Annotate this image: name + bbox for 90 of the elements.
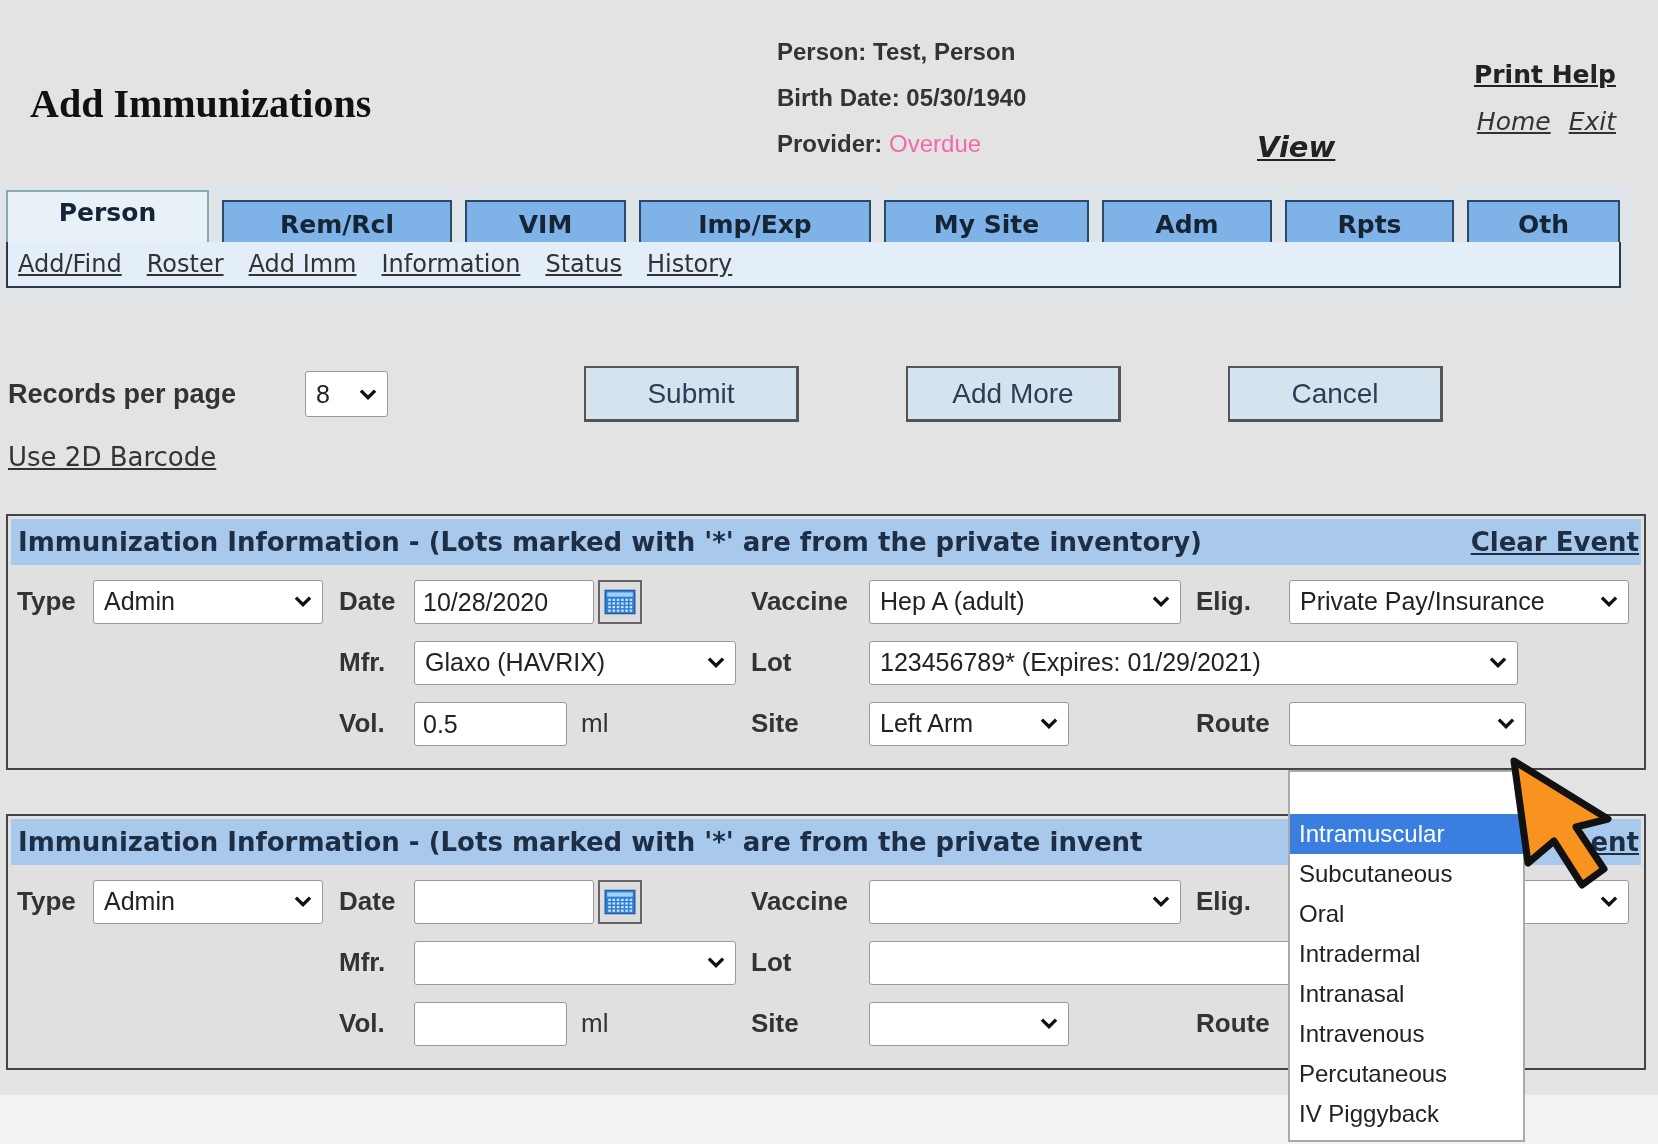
select-field[interactable]: Glaxo (HAVRIX): [414, 640, 736, 685]
view-link[interactable]: View: [1257, 130, 1336, 164]
field-label: Elig.: [1196, 586, 1252, 617]
birth-date: Birth Date: 05/30/1940: [777, 84, 1028, 111]
caret-icon: [1040, 1017, 1058, 1030]
select-field[interactable]: Admin: [93, 579, 323, 624]
subnav-link[interactable]: Status: [545, 250, 622, 278]
select-field[interactable]: Admin: [93, 879, 323, 924]
nav-tab[interactable]: Rpts: [1285, 200, 1454, 242]
barcode-link[interactable]: Use 2D Barcode: [8, 442, 217, 472]
field-label: Route: [1196, 708, 1271, 739]
action-button[interactable]: Cancel: [1228, 366, 1443, 422]
caret-icon: [1152, 895, 1170, 908]
select-field[interactable]: [869, 1001, 1069, 1046]
caret-icon: [1497, 717, 1515, 730]
caret-icon: [1489, 656, 1507, 669]
caret-icon: [1600, 595, 1618, 608]
field-label: Site: [751, 1008, 800, 1039]
print-help-link[interactable]: Print Help: [1473, 60, 1616, 89]
records-per-page-label: Records per page: [8, 378, 238, 410]
dropdown-option[interactable]: IV Piggyback: [1290, 1094, 1523, 1134]
panel-title: Immunization Information - (Lots marked with '*' are from the private inventory): [18, 527, 1202, 557]
caret-icon: [1040, 717, 1058, 730]
caret-icon: [294, 895, 312, 908]
field-label: Mfr.: [339, 647, 387, 678]
subnav-link[interactable]: Add Imm: [248, 250, 357, 278]
dropdown-option[interactable]: Oral: [1290, 894, 1523, 934]
unit-label: ml: [581, 1008, 609, 1039]
provider-status: Overdue: [889, 130, 982, 157]
nav-tab[interactable]: Adm: [1102, 200, 1272, 242]
nav-tab[interactable]: Imp/Exp: [639, 200, 871, 242]
caret-icon: [1152, 595, 1170, 608]
field-label: Vol.: [339, 1008, 386, 1039]
records-per-page-select[interactable]: 8: [305, 371, 388, 417]
dropdown-option[interactable]: Subcutaneous: [1290, 854, 1523, 894]
select-field[interactable]: Private Pay/Insurance: [1289, 579, 1629, 624]
caret-icon: [707, 956, 725, 969]
date-field[interactable]: [414, 879, 594, 924]
patient-name: Person: Test, Person: [777, 38, 1017, 65]
nav-tab[interactable]: Rem/Rcl: [222, 200, 452, 242]
page-title: Add Immunizations: [30, 80, 373, 127]
action-button[interactable]: Submit: [584, 366, 799, 422]
volume-field[interactable]: 0.5: [414, 701, 567, 746]
field-label: Vaccine: [751, 586, 849, 617]
nav-tab[interactable]: My Site: [884, 200, 1089, 242]
date-field[interactable]: 10/28/2020: [414, 579, 594, 624]
provider-label: Provider:: [777, 130, 883, 157]
caret-icon: [1600, 895, 1618, 908]
field-label: Route: [1196, 1008, 1271, 1039]
panel-title: Immunization Information - (Lots marked with '*' are from the private invent: [18, 827, 1143, 857]
calendar-button[interactable]: [598, 879, 642, 924]
select-field[interactable]: [414, 940, 736, 985]
nav-tab[interactable]: Person: [6, 190, 209, 242]
dropdown-option[interactable]: Intravenous: [1290, 1014, 1523, 1054]
dropdown-option[interactable]: Intradermal: [1290, 934, 1523, 974]
field-label: Lot: [751, 647, 793, 678]
select-field[interactable]: Hep A (adult): [869, 579, 1181, 624]
field-label: Type: [17, 586, 77, 617]
dropdown-option[interactable]: Intranasal: [1290, 974, 1523, 1014]
field-label: Type: [17, 886, 77, 917]
field-label: Date: [339, 886, 397, 917]
caret-icon: [294, 595, 312, 608]
dropdown-option[interactable]: Percutaneous: [1290, 1054, 1523, 1094]
subnav-link[interactable]: History: [646, 250, 733, 278]
select-field[interactable]: [869, 879, 1181, 924]
select-field[interactable]: 123456789* (Expires: 01/29/2021): [869, 640, 1518, 685]
field-label: Elig.: [1196, 886, 1252, 917]
subnav-link[interactable]: Add/Find: [18, 250, 122, 278]
field-label: Site: [751, 708, 800, 739]
subnav-link[interactable]: Roster: [146, 250, 224, 278]
field-label: Mfr.: [339, 947, 387, 978]
caret-icon: [707, 656, 725, 669]
field-label: Vol.: [339, 708, 386, 739]
nav-tab[interactable]: VIM: [465, 200, 626, 242]
action-button[interactable]: Add More: [906, 366, 1121, 422]
select-field[interactable]: Left Arm: [869, 701, 1069, 746]
exit-link[interactable]: Exit: [1568, 107, 1616, 136]
field-label: Lot: [751, 947, 793, 978]
nav-tab[interactable]: Oth: [1467, 200, 1620, 242]
subnav-link[interactable]: Information: [381, 250, 521, 278]
calendar-button[interactable]: [598, 579, 642, 624]
field-label: Vaccine: [751, 886, 849, 917]
clear-event-link[interactable]: Clear Event: [1470, 527, 1639, 557]
home-link[interactable]: Home: [1476, 107, 1551, 136]
caret-icon: [359, 387, 377, 401]
unit-label: ml: [581, 708, 609, 739]
dropdown-option[interactable]: Intramuscular: [1290, 814, 1523, 854]
field-label: Date: [339, 586, 397, 617]
select-field[interactable]: [1289, 701, 1526, 746]
volume-field[interactable]: [414, 1001, 567, 1046]
